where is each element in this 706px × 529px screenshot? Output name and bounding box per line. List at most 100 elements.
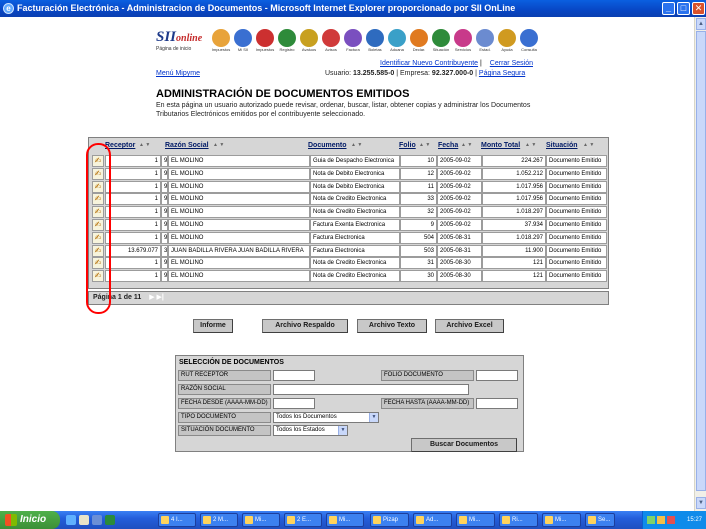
taskbar-item[interactable]: 2 E...	[284, 513, 322, 527]
cell-dv: 9	[161, 193, 168, 206]
nav-icon-10[interactable]: Situación	[430, 29, 452, 55]
logo-sub: Página de inicio	[156, 46, 192, 52]
start-button[interactable]: Inicio	[0, 511, 60, 529]
fecha-desde-input[interactable]	[273, 398, 315, 409]
sort-icon[interactable]: ▲ ▼	[461, 142, 472, 148]
quicklaunch-media-icon[interactable]	[92, 515, 102, 525]
scroll-thumb[interactable]	[696, 31, 706, 491]
selection-title: SELECCIÓN DE DOCUMENTOS	[179, 359, 284, 366]
cell-razon: EL MOLINO	[168, 155, 310, 167]
maximize-button[interactable]: □	[677, 2, 690, 15]
header-razon-social[interactable]: Razón Social	[165, 142, 209, 149]
taskbar-item[interactable]: Pizap	[370, 513, 409, 527]
minimize-button[interactable]: _	[662, 2, 675, 15]
top-links: Identificar Nuevo Contribuyente | Cerrar…	[380, 60, 533, 67]
nav-icon-label: Declar.	[412, 47, 426, 52]
nav-icon-3[interactable]: Registro	[276, 29, 298, 55]
informe-button[interactable]: Informe	[193, 319, 233, 333]
tray-icon[interactable]	[667, 516, 675, 524]
vertical-scrollbar[interactable]: ▲ ▼	[694, 17, 706, 511]
page-title: ADMINISTRACIÓN DE DOCUMENTOS EMITIDOS	[156, 88, 410, 100]
taskbar-item[interactable]: Mi...	[242, 513, 280, 527]
taskbar-item-label: Mi...	[555, 517, 567, 523]
nav-icon-11[interactable]: Servicios	[452, 29, 474, 55]
close-button[interactable]: ✕	[692, 2, 705, 15]
chevron-down-icon[interactable]: ▼	[338, 426, 347, 435]
header-receptor[interactable]: Receptor	[105, 142, 135, 149]
cell-rut: 1	[105, 257, 161, 270]
header-situacion[interactable]: Situación	[546, 142, 578, 149]
sii-logo[interactable]: SIIonline Página de inicio	[156, 29, 206, 57]
nav-icon-4[interactable]: Avaluos	[298, 29, 320, 55]
sort-icon[interactable]: ▲ ▼	[139, 142, 150, 148]
header-fecha[interactable]: Fecha	[438, 142, 458, 149]
taskbar-item[interactable]: Se...	[585, 513, 615, 527]
identify-link[interactable]: Identificar Nuevo Contribuyente	[380, 60, 478, 67]
taskbar-item[interactable]: Ri...	[499, 513, 538, 527]
logo-accent: online	[176, 33, 203, 44]
nav-icon-label: Consulta	[521, 47, 537, 52]
nav-icon-2[interactable]: Impuestos	[254, 29, 276, 55]
taskbar-item-label: Mi...	[255, 517, 267, 523]
taskbar-item[interactable]: Ad...	[413, 513, 452, 527]
cell-fecha: 2005-09-02	[437, 180, 482, 193]
rut-input[interactable]	[273, 370, 315, 381]
header-monto-total[interactable]: Monto Total	[481, 142, 520, 149]
nav-icon-5[interactable]: Avisos	[320, 29, 342, 55]
taskbar-item[interactable]: Mi...	[456, 513, 495, 527]
header-folio[interactable]: Folio	[399, 142, 416, 149]
header-documento[interactable]: Documento	[308, 142, 347, 149]
tray-icon[interactable]	[647, 516, 655, 524]
folio-input[interactable]	[476, 370, 518, 381]
quicklaunch-ie-icon[interactable]	[66, 515, 76, 525]
quicklaunch-desktop-icon[interactable]	[79, 515, 89, 525]
archivo-texto-button[interactable]: Archivo Texto	[357, 319, 427, 333]
pager-next-icon[interactable]: ▶ ▶|	[149, 294, 164, 301]
cell-fecha: 2005-09-02	[437, 155, 482, 167]
buscar-documentos-button[interactable]: Buscar Documentos	[411, 438, 517, 452]
nav-icon-12[interactable]: Estad.	[474, 29, 496, 55]
taskbar-item[interactable]: 2 M...	[200, 513, 238, 527]
menu-mipyme-link[interactable]: Menú Mipyme	[156, 70, 200, 77]
scroll-up-icon[interactable]: ▲	[696, 18, 706, 30]
nav-icon-6[interactable]: Factura	[342, 29, 364, 55]
sort-icon[interactable]: ▲ ▼	[583, 142, 594, 148]
tray-icon[interactable]	[657, 516, 665, 524]
taskbar-app-icon	[329, 516, 337, 524]
cell-dv: 3	[161, 244, 168, 257]
fecha-hasta-label: FECHA HASTA (AAAA-MM-DD)	[381, 398, 474, 409]
quicklaunch-app-icon[interactable]	[105, 515, 115, 525]
chevron-down-icon[interactable]: ▼	[369, 413, 378, 422]
taskbar-item[interactable]: Mi...	[326, 513, 364, 527]
taskbar-app-icon	[245, 516, 253, 524]
fecha-hasta-input[interactable]	[476, 398, 518, 409]
situacion-select[interactable]: Todos los Estados ▼	[273, 425, 348, 436]
nav-icon-7[interactable]: Boletas	[364, 29, 386, 55]
cell-sit: Documento Emitido	[546, 270, 607, 283]
sort-icon[interactable]: ▲ ▼	[351, 142, 362, 148]
archivo-respaldo-button[interactable]: Archivo Respaldo	[262, 319, 348, 333]
nav-icon-13[interactable]: Ayuda	[496, 29, 518, 55]
scroll-down-icon[interactable]: ▼	[696, 497, 706, 509]
taskbar-item[interactable]: Mi...	[542, 513, 581, 527]
nav-icon-label: Avisos	[325, 47, 337, 52]
sort-icon[interactable]: ▲ ▼	[213, 142, 224, 148]
tipo-select[interactable]: Todos los Documentos ▼	[273, 412, 379, 423]
nav-icon-1[interactable]: Mi SII	[232, 29, 254, 55]
sort-icon[interactable]: ▲ ▼	[525, 142, 536, 148]
cell-fecha: 2005-08-31	[437, 231, 482, 244]
logout-link[interactable]: Cerrar Sesión	[490, 60, 533, 67]
cell-monto: 37.934	[482, 219, 546, 231]
nav-icon-8[interactable]: Aduana	[386, 29, 408, 55]
taskbar-item[interactable]: 4 I...	[158, 513, 196, 527]
nav-icon-9[interactable]: Declar.	[408, 29, 430, 55]
secure-page-link[interactable]: Página Segura	[479, 70, 525, 77]
cell-folio: 33	[400, 193, 437, 206]
table-row: ✍ 13.679.077 3 JUAN BADILLA RIVERA JUAN BAD…	[92, 244, 607, 257]
cell-razon: EL MOLINO	[168, 257, 310, 270]
sort-icon[interactable]: ▲ ▼	[419, 142, 430, 148]
nav-icon-14[interactable]: Consulta	[518, 29, 540, 55]
archivo-excel-button[interactable]: Archivo Excel	[435, 319, 504, 333]
nav-icon-0[interactable]: Impuestos	[210, 29, 232, 55]
razon-input[interactable]	[273, 384, 469, 395]
